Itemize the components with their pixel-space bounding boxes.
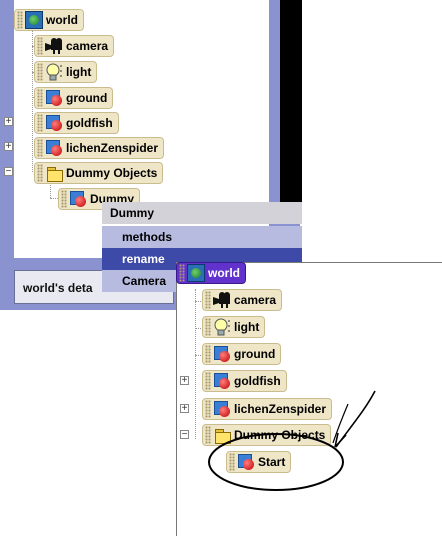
- annotation-ellipse: [208, 433, 344, 491]
- hand-drawn-annotation: [208, 390, 376, 491]
- annotation-arrow-stroke: [332, 403, 349, 444]
